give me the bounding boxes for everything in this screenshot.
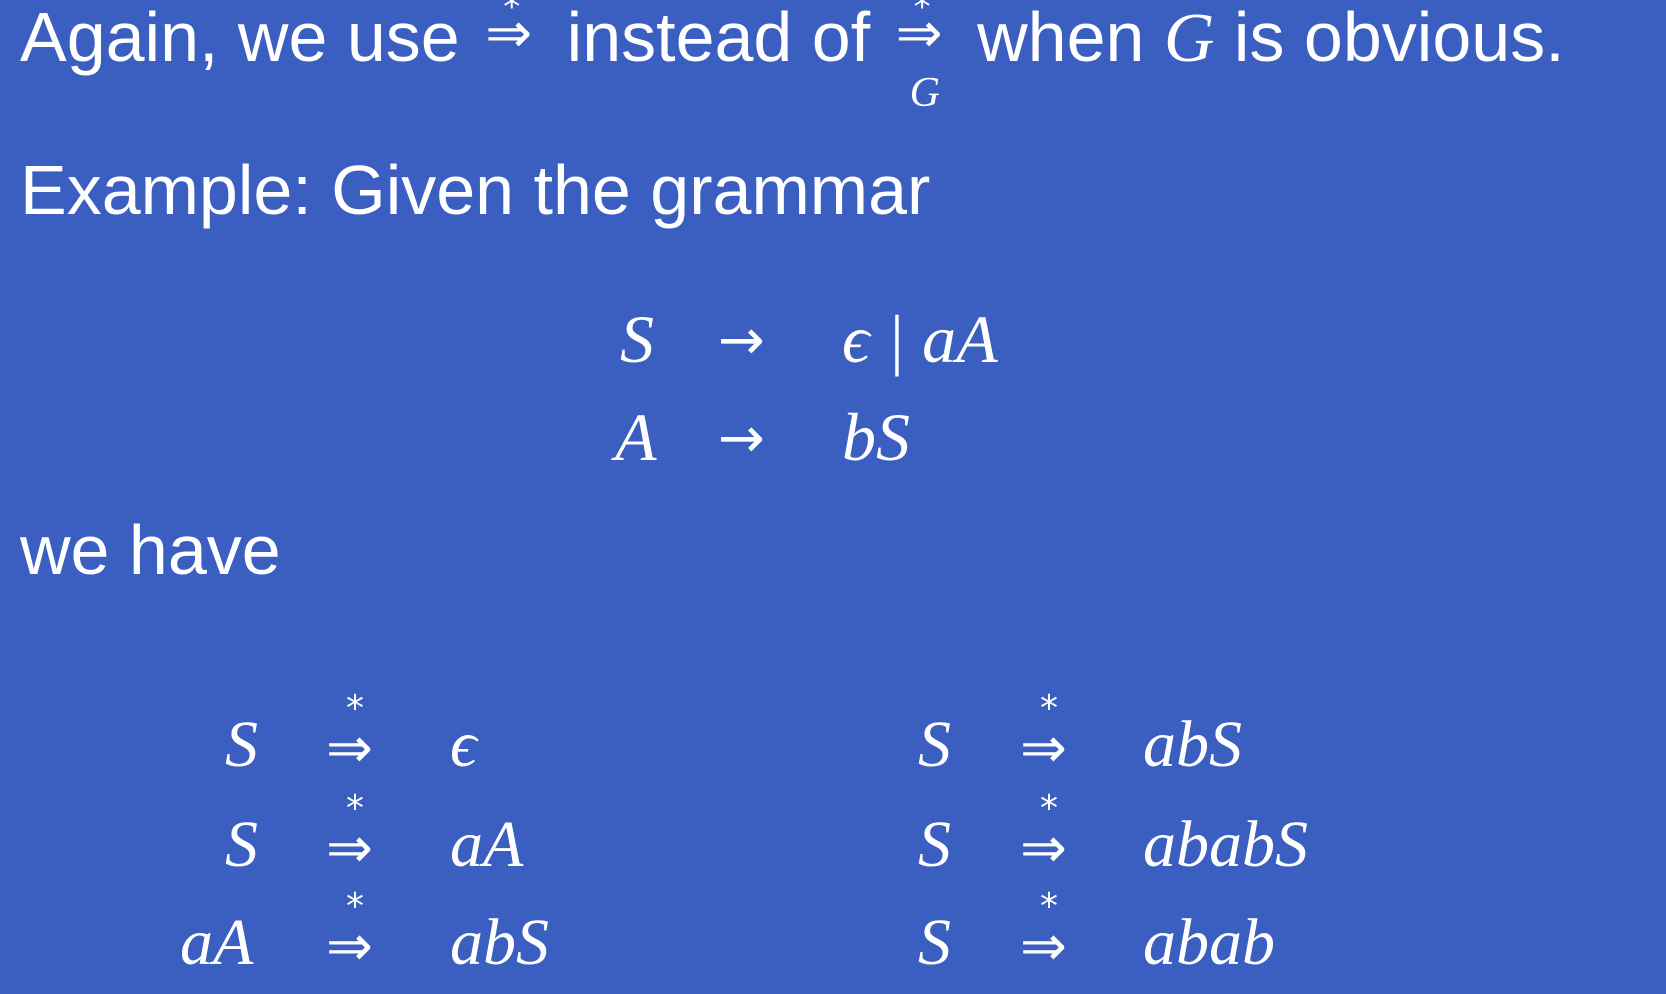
- g-subscript: G: [909, 70, 940, 116]
- intro-text-2: instead of: [566, 0, 871, 76]
- derivation-lhs: aA: [180, 906, 254, 979]
- grammar-lhs: A: [615, 399, 657, 475]
- derives-star-g-symbol: * ⇒ G: [890, 0, 958, 114]
- intro-text-1: Again, we use: [20, 0, 460, 76]
- double-arrow-icon: ⇒: [485, 1, 533, 66]
- double-arrow-icon: ⇒: [1020, 816, 1067, 881]
- grammar-variable: G: [1163, 0, 1215, 77]
- derives-star-symbol: * ⇒: [1020, 886, 1100, 979]
- intro-text-3: when: [977, 0, 1145, 76]
- double-arrow-icon: ⇒: [326, 914, 373, 979]
- derives-star-symbol: * ⇒: [1020, 788, 1100, 881]
- derives-star-symbol: * ⇒: [326, 688, 406, 781]
- double-arrow-icon: ⇒: [895, 1, 943, 66]
- we-have-text: we have: [20, 511, 281, 589]
- derivation-lhs: S: [918, 708, 951, 781]
- derivation-rhs: abab: [1143, 906, 1275, 979]
- derives-star-symbol: * ⇒: [479, 0, 547, 72]
- derivation-lhs: S: [225, 808, 258, 881]
- grammar-rhs: ϵ | aA: [842, 301, 998, 377]
- derivation-rhs: ababS: [1143, 808, 1308, 881]
- slide: Again, we use * ⇒ instead of * ⇒ G when …: [0, 0, 1666, 994]
- double-arrow-icon: ⇒: [326, 816, 373, 881]
- derivation-lhs: S: [918, 906, 951, 979]
- example-heading: Example: Given the grammar: [20, 151, 931, 229]
- double-arrow-icon: ⇒: [1020, 914, 1067, 979]
- derivation-lhs: S: [918, 808, 951, 881]
- intro-text-4: is obvious.: [1233, 0, 1565, 76]
- derivation-rhs: abS: [450, 906, 549, 979]
- derivation-rhs: ϵ: [450, 708, 477, 781]
- derives-star-symbol: * ⇒: [326, 886, 406, 979]
- derivation-rhs: aA: [450, 808, 524, 881]
- arrow-icon: →: [718, 406, 765, 471]
- double-arrow-icon: ⇒: [326, 716, 373, 781]
- derivation-rhs: abS: [1143, 708, 1242, 781]
- grammar-lhs: S: [620, 301, 654, 377]
- derives-star-symbol: * ⇒: [1020, 688, 1100, 781]
- intro-sentence: Again, we use * ⇒ instead of * ⇒ G when …: [20, 0, 1565, 114]
- derives-star-symbol: * ⇒: [326, 788, 406, 881]
- derivation-lhs: S: [225, 708, 258, 781]
- double-arrow-icon: ⇒: [1020, 716, 1067, 781]
- arrow-icon: →: [718, 308, 765, 373]
- grammar-rhs: bS: [842, 399, 910, 475]
